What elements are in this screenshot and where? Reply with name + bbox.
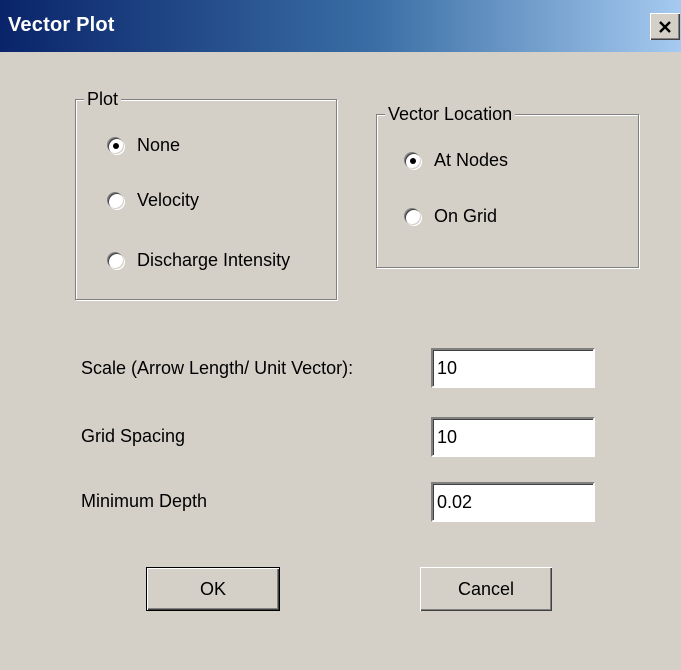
plot-group-legend: Plot: [84, 87, 122, 111]
vector-location-group-legend: Vector Location: [385, 102, 516, 126]
grid-spacing-label: Grid Spacing: [81, 426, 186, 446]
scale-label: Scale (Arrow Length/ Unit Vector):: [81, 358, 354, 378]
radio-plot-velocity[interactable]: Velocity: [108, 190, 199, 211]
radio-button-icon[interactable]: [405, 208, 421, 225]
title-bar[interactable]: Vector Plot: [0, 0, 681, 52]
radio-location-at-nodes[interactable]: At Nodes: [405, 150, 508, 171]
ok-button[interactable]: OK: [146, 567, 280, 611]
vector-plot-dialog: Vector Plot Plot None Velocity Discharge…: [0, 0, 681, 670]
ok-button-label: OK: [199, 578, 226, 599]
radio-label: Discharge Intensity: [137, 250, 291, 270]
close-icon: [658, 20, 672, 34]
radio-button-icon[interactable]: [405, 152, 421, 169]
radio-button-icon[interactable]: [108, 192, 124, 209]
radio-button-icon[interactable]: [108, 252, 124, 269]
radio-label: Velocity: [137, 190, 200, 210]
radio-label: None: [137, 135, 181, 155]
minimum-depth-input[interactable]: [431, 482, 595, 522]
minimum-depth-label: Minimum Depth: [81, 491, 208, 511]
radio-plot-discharge-intensity[interactable]: Discharge Intensity: [108, 250, 290, 271]
window-title: Vector Plot: [8, 14, 115, 36]
radio-label: On Grid: [434, 206, 498, 226]
scale-input[interactable]: [431, 348, 595, 388]
cancel-button[interactable]: Cancel: [420, 567, 552, 611]
radio-plot-none[interactable]: None: [108, 135, 180, 156]
cancel-button-label: Cancel: [457, 578, 515, 599]
grid-spacing-input[interactable]: [431, 417, 595, 457]
close-button[interactable]: [650, 13, 680, 40]
radio-location-on-grid[interactable]: On Grid: [405, 206, 497, 227]
vector-location-groupbox: Vector Location: [376, 102, 639, 268]
radio-label: At Nodes: [434, 150, 509, 170]
radio-button-icon[interactable]: [108, 137, 124, 154]
